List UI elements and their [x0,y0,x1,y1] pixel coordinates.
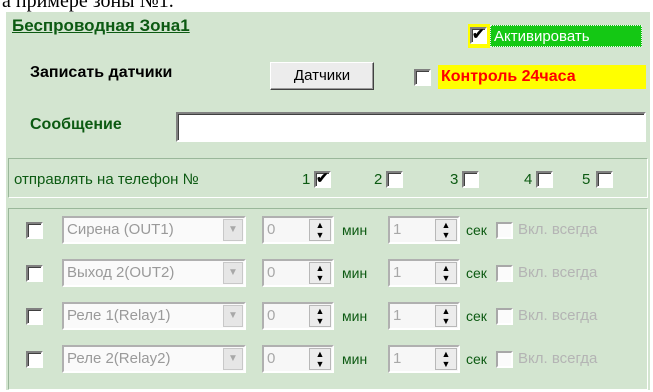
seconds-spinner[interactable]: 1 ▲ ▼ [388,216,460,244]
zone-title: Беспроводная Зона1 [12,16,190,35]
minutes-unit: мин [342,308,368,324]
minutes-spinner[interactable]: 0 ▲ ▼ [262,216,334,244]
output-select[interactable]: Реле 1(Relay1) ▼ [62,302,246,330]
seconds-spinner[interactable]: 1 ▲ ▼ [388,345,460,373]
always-on-label: Вкл. всегда [518,264,598,281]
control-24h-label: Контроль 24часа [438,65,646,89]
spin-arrows-icon[interactable]: ▲ ▼ [309,219,331,241]
seconds-value: 1 [393,350,402,367]
output-select-value: Сирена (OUT1) [67,221,174,238]
minutes-spinner[interactable]: 0 ▲ ▼ [262,259,334,287]
always-on-checkbox[interactable] [496,265,513,282]
sensors-button[interactable]: Датчики [270,62,374,90]
minutes-unit: мин [342,351,368,367]
minutes-spinner[interactable]: 0 ▲ ▼ [262,302,334,330]
phone-checkbox-1[interactable]: ✔ [314,170,331,188]
spin-arrows-icon[interactable]: ▲ ▼ [435,262,457,284]
output-select-value: Реле 2(Relay2) [67,350,171,367]
seconds-unit: сек [466,308,487,324]
always-on-label: Вкл. всегда [518,221,598,238]
seconds-value: 1 [393,221,402,238]
phone-checkbox-3[interactable] [462,171,479,188]
output-select-value: Выход 2(OUT2) [67,264,175,281]
always-on-checkbox[interactable] [496,351,513,368]
phone-checkbox-2[interactable] [386,171,403,188]
always-on-label: Вкл. всегда [518,307,598,324]
seconds-spinner[interactable]: 1 ▲ ▼ [388,259,460,287]
spin-arrows-icon[interactable]: ▲ ▼ [309,348,331,370]
dropdown-arrow-icon[interactable]: ▼ [223,219,243,241]
minutes-value: 0 [267,307,276,324]
minutes-value: 0 [267,350,276,367]
dropdown-arrow-icon[interactable]: ▼ [223,262,243,284]
seconds-value: 1 [393,307,402,324]
always-on-checkbox[interactable] [496,222,513,239]
output-select[interactable]: Сирена (OUT1) ▼ [62,216,246,244]
message-field[interactable] [176,112,646,142]
activate-checkbox[interactable]: ✔ [470,26,487,44]
phone-number-5: 5 [582,171,591,188]
minutes-value: 0 [267,221,276,238]
always-on-checkbox[interactable] [496,308,513,325]
phone-number-4: 4 [524,171,533,188]
spin-arrows-icon[interactable]: ▲ ▼ [435,219,457,241]
always-on-label: Вкл. всегда [518,350,598,367]
minutes-unit: мин [342,222,368,238]
output-select[interactable]: Выход 2(OUT2) ▼ [62,259,246,287]
output-select-value: Реле 1(Relay1) [67,307,171,324]
output-enable-checkbox[interactable] [26,222,43,239]
phone-number-2: 2 [374,171,383,188]
seconds-unit: сек [466,222,487,238]
phone-checkbox-4[interactable] [536,171,553,188]
minutes-value: 0 [267,264,276,281]
control-24h-checkbox[interactable] [414,69,431,86]
check-icon: ✔ [472,26,485,43]
spin-arrows-icon[interactable]: ▲ ▼ [309,262,331,284]
seconds-unit: сек [466,351,487,367]
zone-settings-panel: Беспроводная Зона1 ✔ Активировать Записа… [6,12,650,390]
spin-arrows-icon[interactable]: ▲ ▼ [435,305,457,327]
record-sensors-label: Записать датчики [30,64,173,81]
seconds-unit: сек [466,265,487,281]
phone-number-1: 1 [302,171,311,188]
phone-checkbox-5[interactable] [596,171,613,188]
spin-arrows-icon[interactable]: ▲ ▼ [309,305,331,327]
top-text: а примере зоны №1. [0,0,653,11]
output-row: Реле 2(Relay2) ▼ 0 ▲ ▼ мин 1 ▲ ▼ сек Вкл. все… [14,341,646,377]
minutes-unit: мин [342,265,368,281]
activate-label[interactable]: Активировать [490,25,642,47]
output-select[interactable]: Реле 2(Relay2) ▼ [62,345,246,373]
seconds-spinner[interactable]: 1 ▲ ▼ [388,302,460,330]
output-row: Реле 1(Relay1) ▼ 0 ▲ ▼ мин 1 ▲ ▼ сек Вкл. все… [14,298,646,334]
phone-number-3: 3 [450,171,459,188]
output-enable-checkbox[interactable] [26,265,43,282]
output-row: Сирена (OUT1) ▼ 0 ▲ ▼ мин 1 ▲ ▼ сек Вкл. всег… [14,212,646,248]
check-icon: ✔ [316,170,329,187]
minutes-spinner[interactable]: 0 ▲ ▼ [262,345,334,373]
dropdown-arrow-icon[interactable]: ▼ [223,305,243,327]
seconds-value: 1 [393,264,402,281]
output-row: Выход 2(OUT2) ▼ 0 ▲ ▼ мин 1 ▲ ▼ сек Вкл. всег… [14,255,646,291]
dropdown-arrow-icon[interactable]: ▼ [223,348,243,370]
output-enable-checkbox[interactable] [26,351,43,368]
output-enable-checkbox[interactable] [26,308,43,325]
send-to-phone-label: отправлять на телефон № [14,171,199,188]
message-label: Сообщение [30,116,122,133]
spin-arrows-icon[interactable]: ▲ ▼ [435,348,457,370]
